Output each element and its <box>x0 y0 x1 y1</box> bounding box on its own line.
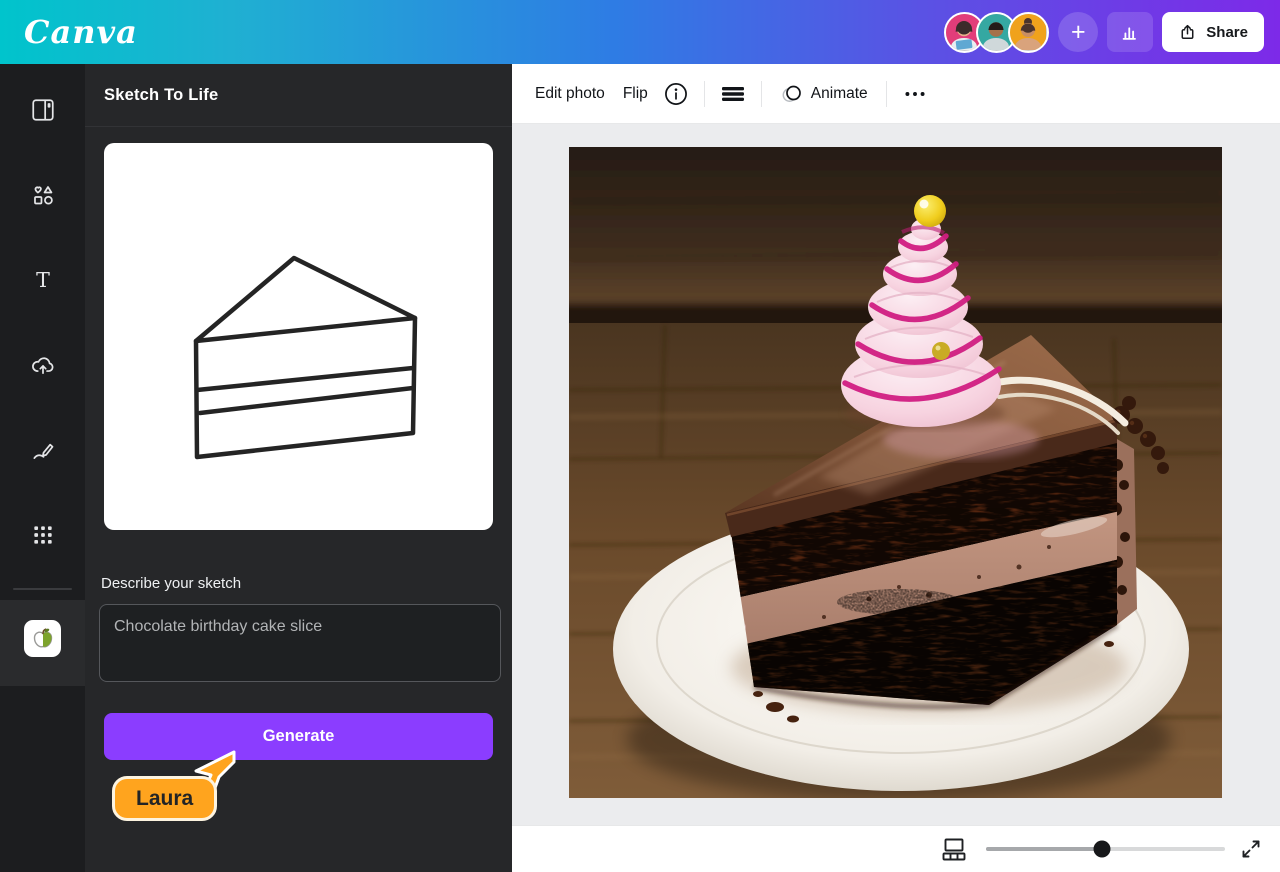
sidebar-divider <box>13 588 72 590</box>
cake-slice-sketch <box>104 143 493 530</box>
sketch-description-input[interactable]: Chocolate birthday cake slice <box>99 604 501 682</box>
position-lines-icon <box>719 81 747 107</box>
topbar: Canva <box>0 0 1280 64</box>
expand-icon <box>1239 837 1263 861</box>
sidebar-item-apps[interactable] <box>0 507 85 563</box>
avatar-3-image <box>1010 14 1046 50</box>
plus-icon: + <box>1071 20 1086 45</box>
more-options-button[interactable] <box>896 76 934 112</box>
sidebar-item-uploads[interactable] <box>0 337 85 393</box>
sidebar-item-design[interactable] <box>0 82 85 138</box>
invite-members-button[interactable]: + <box>1058 12 1098 52</box>
sidebar: T <box>0 64 85 872</box>
sketch-to-life-panel: Sketch To Life Describe your sketch Choc… <box>85 64 512 872</box>
share-label: Share <box>1206 24 1248 41</box>
share-button[interactable]: Share <box>1162 12 1264 52</box>
svg-text:T: T <box>36 268 50 292</box>
describe-sketch-label: Describe your sketch <box>101 575 241 592</box>
zoom-slider[interactable] <box>986 847 1225 851</box>
zoom-slider-thumb[interactable] <box>1093 841 1110 858</box>
sidebar-item-text[interactable]: T <box>0 252 85 308</box>
position-button[interactable] <box>714 76 752 112</box>
sketch-canvas[interactable] <box>104 143 493 530</box>
toolbar-divider <box>886 81 887 107</box>
draw-icon <box>30 437 56 463</box>
generate-button[interactable]: Generate <box>104 713 493 760</box>
pages-icon <box>941 836 967 862</box>
zoom-slider-fill <box>986 847 1102 851</box>
flip-button[interactable]: Flip <box>614 77 657 111</box>
animate-label: Animate <box>811 85 868 103</box>
animate-button[interactable]: Animate <box>771 74 877 114</box>
photo-page[interactable] <box>569 147 1222 798</box>
topbar-actions: + Share <box>944 12 1264 53</box>
edit-photo-button[interactable]: Edit photo <box>526 77 614 111</box>
text-icon: T <box>30 267 56 293</box>
workspace: Edit photo Flip <box>512 64 1280 872</box>
toolbar-divider <box>704 81 705 107</box>
sketch-to-life-app-icon <box>29 625 57 653</box>
sidebar-active-app-slot <box>0 600 85 686</box>
cake-photo <box>569 147 1222 798</box>
canva-logo[interactable]: Canva <box>24 13 138 51</box>
toolbar-divider <box>761 81 762 107</box>
sidebar-item-elements[interactable] <box>0 167 85 223</box>
bottom-bar <box>512 825 1280 872</box>
cursor-name-label: Laura <box>112 776 217 821</box>
collaborator-cursor: Laura <box>108 746 328 872</box>
sidebar-item-sketch-to-life-app[interactable] <box>24 620 61 657</box>
uploads-icon <box>30 352 56 378</box>
avatar-collaborator-3[interactable] <box>1008 12 1049 53</box>
design-icon <box>30 97 56 123</box>
fullscreen-button[interactable] <box>1234 833 1268 865</box>
context-toolbar: Edit photo Flip <box>512 64 1280 124</box>
apps-grid-icon <box>30 522 56 548</box>
bar-chart-icon <box>1119 21 1141 43</box>
collaborator-avatars <box>944 12 1049 53</box>
panel-title: Sketch To Life <box>104 86 218 105</box>
info-icon <box>663 81 689 107</box>
insights-button[interactable] <box>1107 12 1153 52</box>
elements-icon <box>30 182 56 208</box>
animate-icon <box>780 82 804 106</box>
more-dots-icon <box>902 81 928 107</box>
canva-editor: Canva <box>0 0 1280 872</box>
canvas-area <box>512 124 1280 825</box>
panel-header: Sketch To Life <box>85 64 512 127</box>
sidebar-item-draw[interactable] <box>0 422 85 478</box>
upload-icon <box>1178 23 1197 42</box>
grid-view-button[interactable] <box>937 833 971 865</box>
info-button[interactable] <box>657 76 695 112</box>
